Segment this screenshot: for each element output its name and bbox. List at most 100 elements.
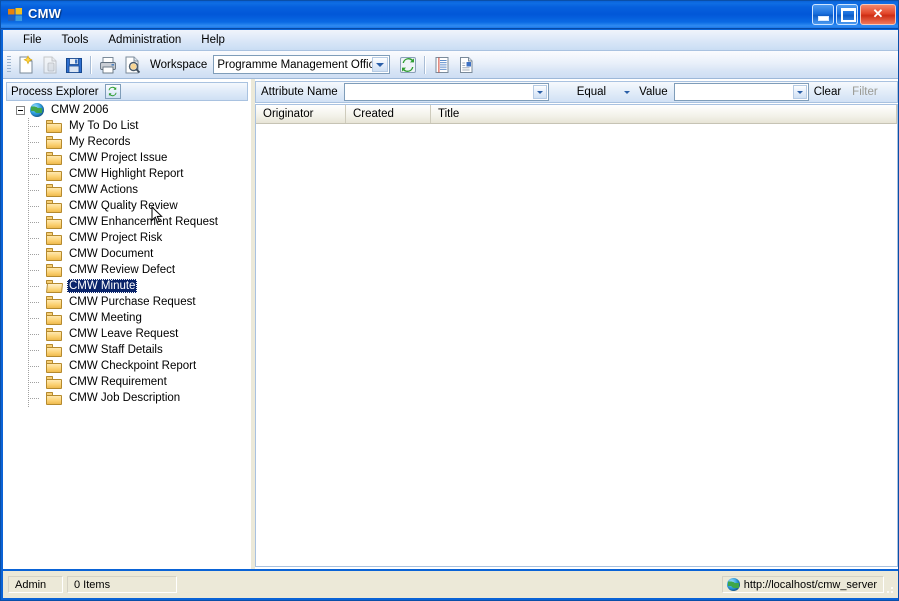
toolbar-grip[interactable] <box>7 55 11 74</box>
clear-filter-button[interactable]: Clear <box>809 84 846 100</box>
menu-item-file[interactable]: File <box>13 31 52 49</box>
new-record-icon[interactable] <box>15 54 37 76</box>
operator-value: Equal <box>576 86 607 98</box>
report-list-icon[interactable] <box>431 54 453 76</box>
folder-icon <box>46 199 62 213</box>
menu-item-tools[interactable]: Tools <box>52 31 99 49</box>
toolbar-separator <box>90 55 92 74</box>
folder-icon <box>46 391 62 405</box>
tree-item[interactable]: My To Do List <box>6 118 248 134</box>
folder-icon <box>46 135 62 149</box>
tree-root-label: CMW 2006 <box>51 104 109 116</box>
maximize-button[interactable] <box>836 4 858 25</box>
tree-item[interactable]: CMW Quality Review <box>6 198 248 214</box>
menu-item-help[interactable]: Help <box>191 31 235 49</box>
main-content: Process Explorer CMW 2006 My To Do List M… <box>3 79 898 569</box>
close-button[interactable]: ✕ <box>860 4 896 25</box>
tree-connector-stub <box>28 238 39 239</box>
tree-connector-stub <box>28 126 39 127</box>
tree-item[interactable]: CMW Job Description <box>6 390 248 406</box>
process-tree[interactable]: CMW 2006 My To Do List My Records CMW Proj… <box>6 102 248 565</box>
chevron-down-icon[interactable] <box>532 85 547 99</box>
folder-icon <box>46 247 62 261</box>
tree-connector-stub <box>28 398 39 399</box>
records-panel: Attribute Name Equal Value Clear Filter <box>255 79 898 569</box>
tree-item[interactable]: CMW Highlight Report <box>6 166 248 182</box>
folder-icon <box>46 263 62 277</box>
tree-connector-stub <box>28 318 39 319</box>
tree-connector-stub <box>28 206 39 207</box>
workspace-label: Workspace <box>150 58 208 71</box>
folder-icon <box>46 231 62 245</box>
tree-item[interactable]: CMW Leave Request <box>6 326 248 342</box>
tree-item[interactable]: CMW Document <box>6 246 248 262</box>
tree-item[interactable]: CMW Minute <box>6 278 248 294</box>
tree-item-label: CMW Requirement <box>69 376 167 388</box>
listview-body[interactable] <box>256 124 897 566</box>
value-label: Value <box>639 86 668 98</box>
tree-item-label: My Records <box>69 136 131 148</box>
folder-icon <box>46 119 62 133</box>
menu-bar: File Tools Administration Help <box>3 30 898 51</box>
explorer-refresh-button[interactable] <box>104 84 121 99</box>
print-icon[interactable] <box>97 54 119 76</box>
resize-grip[interactable] <box>883 583 895 595</box>
tree-item-label: CMW Enhancement Request <box>69 216 218 228</box>
delete-record-icon[interactable] <box>39 54 61 76</box>
menu-item-administration[interactable]: Administration <box>98 31 191 49</box>
listview-column-header[interactable]: Title <box>431 105 897 123</box>
status-bar: Admin 0 Items http://localhost/cmw_serve… <box>3 571 898 598</box>
tree-connector-stub <box>28 366 39 367</box>
tree-item[interactable]: My Records <box>6 134 248 150</box>
folder-icon <box>46 375 62 389</box>
application-window: CMW ✕ File Tools Administration Help Wor… <box>0 0 899 601</box>
minimize-button[interactable] <box>812 4 834 25</box>
records-listview[interactable]: Originator Created Title <box>255 104 898 567</box>
listview-column-header[interactable]: Originator <box>256 105 346 123</box>
tree-item[interactable]: CMW Requirement <box>6 374 248 390</box>
tree-item-label: CMW Document <box>69 248 154 260</box>
tree-connector-stub <box>28 190 39 191</box>
folder-icon <box>46 343 62 357</box>
tree-item-label: CMW Leave Request <box>69 328 179 340</box>
folder-icon <box>46 359 62 373</box>
tree-expander-icon[interactable] <box>16 105 25 115</box>
listview-header: Originator Created Title <box>256 105 897 124</box>
save-icon[interactable] <box>63 54 85 76</box>
tree-item[interactable]: CMW Meeting <box>6 310 248 326</box>
tree-item[interactable]: CMW Actions <box>6 182 248 198</box>
tree-item[interactable]: CMW Project Risk <box>6 230 248 246</box>
tree-item[interactable]: CMW Review Defect <box>6 262 248 278</box>
print-preview-icon[interactable] <box>121 54 143 76</box>
toolbar-separator-2 <box>424 55 427 74</box>
attribute-name-combobox[interactable] <box>343 83 549 101</box>
workspace-combobox[interactable]: Programme Management Office <box>213 55 391 74</box>
title-bar: CMW ✕ <box>1 1 898 29</box>
tree-item-label: CMW Purchase Request <box>69 296 196 308</box>
folder-icon <box>46 183 62 197</box>
tree-connector-stub <box>28 270 39 271</box>
chevron-down-icon[interactable] <box>792 85 807 99</box>
tree-item-label: CMW Quality Review <box>69 200 178 212</box>
tree-root-node[interactable]: CMW 2006 <box>6 102 248 118</box>
folder-open-icon <box>46 279 64 293</box>
filter-bar: Attribute Name Equal Value Clear Filter <box>255 81 898 103</box>
chevron-down-icon[interactable] <box>372 57 389 72</box>
operator-dropdown[interactable]: Equal <box>575 83 632 101</box>
tree-item-label: CMW Project Issue <box>69 152 168 164</box>
folder-icon <box>46 167 62 181</box>
tree-connector-stub <box>28 158 39 159</box>
tree-item[interactable]: CMW Purchase Request <box>6 294 248 310</box>
refresh-icon[interactable] <box>397 54 419 76</box>
listview-column-header[interactable]: Created <box>346 105 431 123</box>
tree-item[interactable]: CMW Checkpoint Report <box>6 358 248 374</box>
attribute-name-label: Attribute Name <box>261 86 338 98</box>
tree-item-label: CMW Project Risk <box>69 232 163 244</box>
value-combobox[interactable] <box>673 83 809 101</box>
process-explorer-header: Process Explorer <box>6 82 248 101</box>
tree-connector-stub <box>28 142 39 143</box>
tree-item[interactable]: CMW Project Issue <box>6 150 248 166</box>
document-properties-icon[interactable] <box>455 54 477 76</box>
tree-item[interactable]: CMW Staff Details <box>6 342 248 358</box>
tree-item[interactable]: CMW Enhancement Request <box>6 214 248 230</box>
